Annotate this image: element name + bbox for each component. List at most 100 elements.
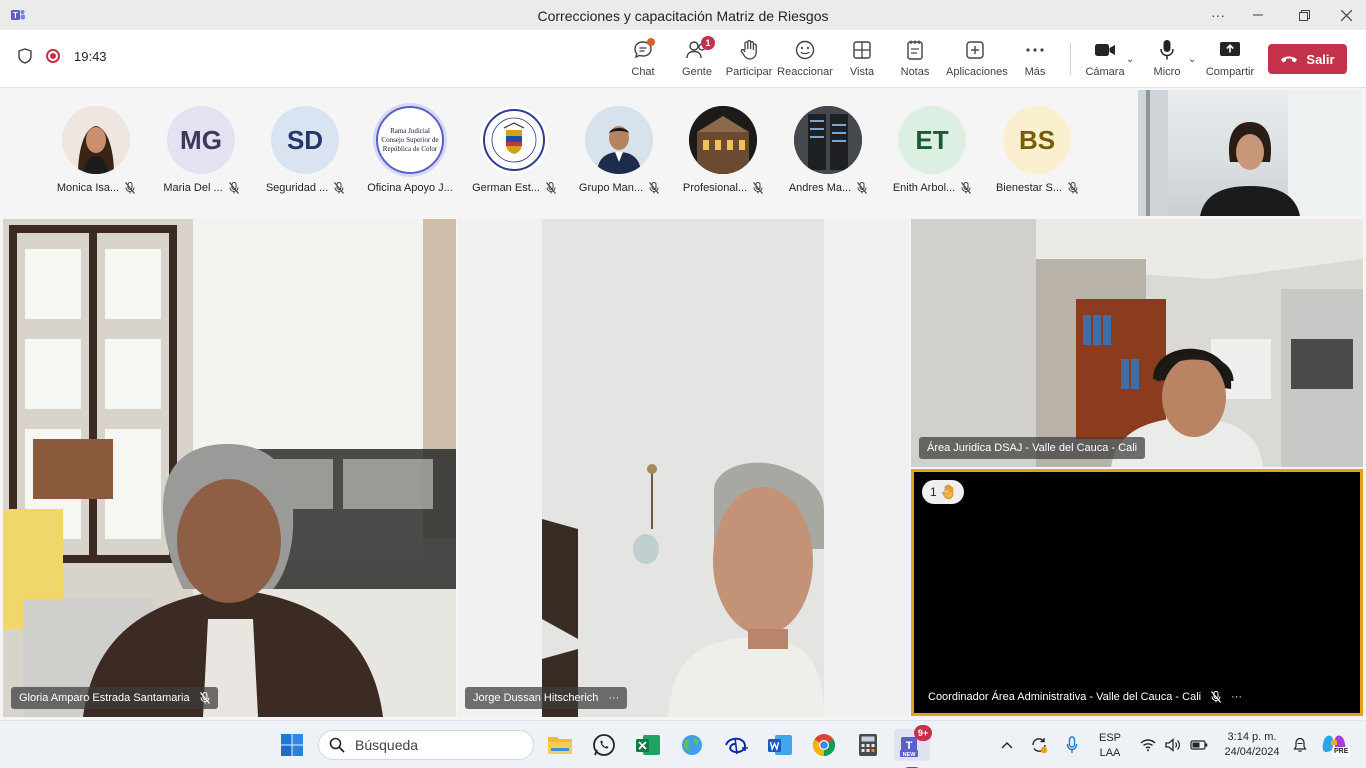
people-count-badge: 1 <box>701 36 715 50</box>
self-video-person <box>1138 90 1362 216</box>
tile-more-options[interactable]: ··· <box>1231 691 1242 703</box>
chrome-app[interactable] <box>808 729 840 761</box>
view-button[interactable]: Vista <box>833 38 891 82</box>
raise-hand-button[interactable]: Participar <box>720 38 778 82</box>
raised-hand-icon <box>941 484 953 500</box>
notes-button[interactable]: Notas <box>886 38 944 82</box>
teams-taskbar-app[interactable]: T NEW 9+ <box>894 725 932 768</box>
video-feed-office-shelves <box>911 219 1363 467</box>
tile-name-label: Gloria Amparo Estrada Santamaria <box>11 687 218 709</box>
calculator-app[interactable] <box>852 729 884 761</box>
participant-name: Grupo Man... <box>578 182 644 194</box>
video-tile-area-juridica[interactable]: Área Juridica DSAJ - Valle del Cauca - C… <box>911 219 1363 467</box>
notification-bell-icon <box>1293 737 1307 752</box>
participant-name: Profesional... <box>682 182 748 194</box>
participant-card[interactable]: Profesional... <box>671 106 775 194</box>
tile-more-options[interactable]: ··· <box>608 692 619 704</box>
file-explorer-app[interactable] <box>544 729 576 761</box>
input-language-indicator[interactable]: ESP LAA <box>1094 731 1126 761</box>
avatar: MG <box>167 106 235 174</box>
video-tile-gloria[interactable]: Gloria Amparo Estrada Santamaria <box>3 219 456 717</box>
participant-name: German Est... <box>472 182 540 194</box>
taskbar-search-box[interactable]: Búsqueda <box>318 730 534 760</box>
whatsapp-app[interactable] <box>588 729 620 761</box>
participant-name: Andres Ma... <box>788 182 852 194</box>
participant-name: Bienestar S... <box>995 182 1063 194</box>
chat-button[interactable]: Chat <box>614 38 672 82</box>
share-button[interactable]: Compartir <box>1201 38 1259 82</box>
minimize-icon <box>1253 14 1263 16</box>
toolbar-divider <box>1070 43 1071 75</box>
leave-button[interactable]: Salir <box>1268 44 1347 74</box>
participant-card[interactable]: BS Bienestar S... <box>985 106 1089 194</box>
self-video-preview[interactable] <box>1138 90 1362 216</box>
minimize-button[interactable] <box>1238 0 1278 30</box>
avatar-photo-building <box>689 106 757 174</box>
avatar: BS <box>1003 106 1071 174</box>
teams-notification-badge: 9+ <box>914 725 932 741</box>
avatar-photo-server-rack <box>794 106 862 174</box>
more-button[interactable]: Más <box>1006 38 1064 82</box>
participant-card[interactable]: German Est... <box>462 106 566 194</box>
mic-muted-icon <box>649 182 660 194</box>
speaker-icon <box>1165 738 1180 752</box>
raised-hand-indicator: 1 <box>922 480 964 504</box>
search-placeholder: Búsqueda <box>355 737 419 753</box>
folder-icon <box>548 737 572 754</box>
calculator-icon <box>859 734 877 756</box>
participant-card[interactable]: Monica Isa... <box>44 106 148 194</box>
leave-label: Salir <box>1306 51 1335 67</box>
avatar <box>794 106 862 174</box>
apps-button[interactable]: Aplicaciones <box>946 38 1008 82</box>
word-icon <box>768 735 792 755</box>
close-button[interactable] <box>1326 0 1366 30</box>
search-icon <box>329 737 345 753</box>
mic-muted-icon <box>199 692 210 704</box>
excel-app[interactable] <box>632 729 664 761</box>
mic-muted-icon <box>125 182 136 194</box>
avatar <box>689 106 757 174</box>
disney-plus-app[interactable] <box>720 729 752 761</box>
notifications-button[interactable] <box>1290 729 1310 761</box>
window-more-button[interactable]: ··· <box>1198 0 1238 30</box>
video-tile-coordinador[interactable]: 1 Coordinador Área Administrativa - Vall… <box>911 469 1363 716</box>
start-button[interactable] <box>276 729 308 761</box>
microphone-icon <box>1160 40 1174 60</box>
tile-name-label: Área Juridica DSAJ - Valle del Cauca - C… <box>919 437 1146 459</box>
copilot-button[interactable]: PRE <box>1318 729 1351 761</box>
restore-button[interactable] <box>1284 0 1324 30</box>
participant-card[interactable]: Grupo Man... <box>567 106 671 194</box>
recording-icon <box>46 49 60 63</box>
camera-options-chevron-icon[interactable]: ⌄ <box>1126 54 1134 65</box>
show-hidden-icons-button[interactable] <box>996 729 1018 761</box>
participant-card[interactable]: SD Seguridad ... <box>253 106 357 194</box>
word-app[interactable] <box>764 729 796 761</box>
voice-input-button[interactable] <box>1060 729 1084 761</box>
wifi-icon <box>1140 739 1156 752</box>
react-button[interactable]: Reaccionar <box>776 38 834 82</box>
tile-name-label: Jorge Dussan Hitscherich ··· <box>465 687 628 709</box>
mic-muted-icon <box>1068 182 1078 194</box>
phone-hangup-icon <box>1281 56 1298 63</box>
mic-options-chevron-icon[interactable]: ⌄ <box>1188 54 1196 65</box>
window-title: Correcciones y capacitación Matriz de Ri… <box>537 8 829 24</box>
taskbar-clock[interactable]: 3:14 p. m. 24/04/2024 <box>1216 730 1288 760</box>
video-tile-jorge[interactable]: Jorge Dussan Hitscherich ··· <box>458 219 909 717</box>
people-button[interactable]: 1 Gente <box>668 36 726 82</box>
video-feed-ceiling <box>458 219 909 717</box>
people-label: Gente <box>682 66 712 78</box>
participant-card[interactable]: ET Enith Arbol... <box>880 106 984 194</box>
svg-text:NEW: NEW <box>903 752 917 758</box>
mic-muted-icon <box>857 182 868 194</box>
participant-card[interactable]: MG Maria Del ... <box>149 106 253 194</box>
windows-taskbar: Búsqueda T NEW 9+ ESP LAA 3:14 p. m. 24/… <box>0 720 1366 768</box>
shield-icon[interactable] <box>18 48 32 64</box>
participant-card-speaking[interactable]: Rama Judicial Consejo Superior de Repúbl… <box>358 106 462 194</box>
participant-card[interactable]: Andres Ma... <box>776 106 880 194</box>
mic-muted-icon <box>1211 691 1222 703</box>
maps-app[interactable] <box>676 729 708 761</box>
sync-tray-icon-button[interactable] <box>1026 729 1052 761</box>
mic-label: Micro <box>1153 66 1181 78</box>
clock-time: 3:14 p. m. <box>1227 731 1277 743</box>
quick-settings-button[interactable] <box>1136 729 1212 761</box>
